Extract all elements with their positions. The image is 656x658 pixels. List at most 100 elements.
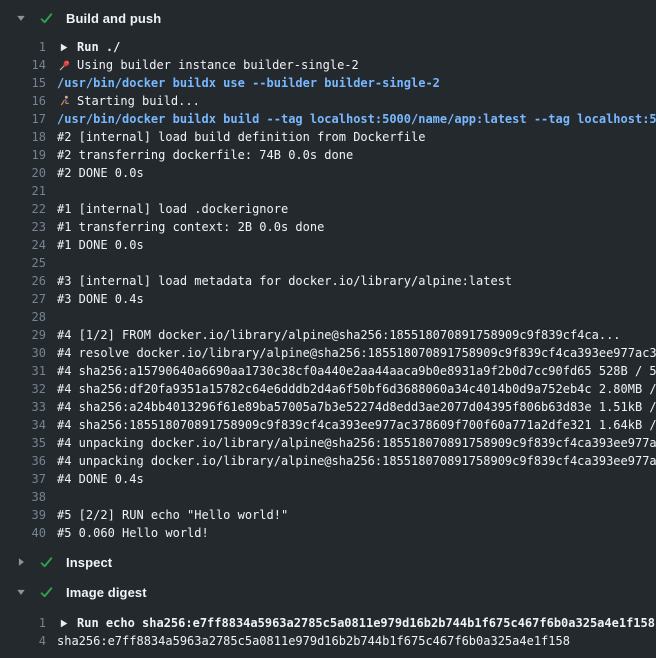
line-text-content: #2 [internal] load build definition from… xyxy=(57,130,425,144)
log-line: 25 xyxy=(0,254,656,272)
line-text-content: Using builder instance builder-single-2 xyxy=(77,58,359,72)
line-text-content: #4 resolve docker.io/library/alpine@sha2… xyxy=(57,346,656,360)
chevron-right-icon xyxy=(15,557,27,567)
play-icon[interactable] xyxy=(57,618,71,629)
log-line: 19 #2 transferring dockerfile: 74B 0.0s d… xyxy=(0,146,656,164)
chevron-down-icon xyxy=(15,587,27,597)
line-text-content: #1 transferring context: 2B 0.0s done xyxy=(57,220,324,234)
log-lines-image-digest: 1 Run echo sha256:e7ff8834a5963a2785c5a08… xyxy=(0,606,656,656)
pushpin-icon xyxy=(57,59,71,72)
log-line: 1 Run ./ xyxy=(0,38,656,56)
line-number[interactable]: 30 xyxy=(0,346,46,360)
section-header-inspect[interactable]: Inspect xyxy=(0,548,656,576)
line-text: #1 transferring context: 2B 0.0s done xyxy=(57,220,656,234)
log-line: 36 #4 unpacking docker.io/library/alpine@… xyxy=(0,452,656,470)
line-text: #1 DONE 0.0s xyxy=(57,238,656,252)
log-line: 39 #5 [2/2] RUN echo "Hello world!" xyxy=(0,506,656,524)
line-text: #4 sha256:185518070891758909c9f839cf4ca3… xyxy=(57,418,656,432)
log-line: 14 Using builder instance builder-single-… xyxy=(0,56,656,74)
line-number[interactable]: 17 xyxy=(0,112,46,126)
line-number[interactable]: 33 xyxy=(0,400,46,414)
line-number[interactable]: 22 xyxy=(0,202,46,216)
log-line: 32 #4 sha256:df20fa9351a15782c64e6dddb2d4… xyxy=(0,380,656,398)
line-number[interactable]: 32 xyxy=(0,382,46,396)
line-text-content: #2 DONE 0.0s xyxy=(57,166,144,180)
line-number[interactable]: 28 xyxy=(0,310,46,324)
chevron-down-icon xyxy=(15,13,27,23)
success-check-icon xyxy=(39,585,54,600)
success-check-icon xyxy=(39,555,54,570)
line-text: #3 DONE 0.4s xyxy=(57,292,656,306)
line-number[interactable]: 20 xyxy=(0,166,46,180)
line-number[interactable]: 31 xyxy=(0,364,46,378)
log-line: 28 xyxy=(0,308,656,326)
line-text-content: #5 0.060 Hello world! xyxy=(57,526,209,540)
runner-icon xyxy=(57,95,71,108)
line-text-content: #4 sha256:185518070891758909c9f839cf4ca3… xyxy=(57,418,656,432)
line-number[interactable]: 18 xyxy=(0,130,46,144)
section-inspect: Inspect xyxy=(0,548,656,578)
line-text-content: #4 sha256:a15790640a6690aa1730c38cf0a440… xyxy=(57,364,656,378)
line-number[interactable]: 19 xyxy=(0,148,46,162)
line-text: #4 sha256:a24bb4013296f61e89ba57005a7b3e… xyxy=(57,400,656,414)
line-text-content: #4 sha256:df20fa9351a15782c64e6dddb2d4a6… xyxy=(57,382,656,396)
line-text: #4 unpacking docker.io/library/alpine@sh… xyxy=(57,436,656,450)
line-number[interactable]: 4 xyxy=(0,634,46,648)
log-line: 16Starting build... xyxy=(0,92,656,110)
line-number[interactable]: 21 xyxy=(0,184,46,198)
section-image-digest: Image digest 1 Run echo sha256:e7ff8834a5… xyxy=(0,578,656,656)
line-number[interactable]: 1 xyxy=(0,616,46,630)
line-number[interactable]: 29 xyxy=(0,328,46,342)
line-number[interactable]: 16 xyxy=(0,94,46,108)
line-number[interactable]: 38 xyxy=(0,490,46,504)
log-line: 26#3 [internal] load metadata for docker… xyxy=(0,272,656,290)
line-text: Run echo sha256:e7ff8834a5963a2785c5a081… xyxy=(57,616,656,630)
line-text: #4 sha256:df20fa9351a15782c64e6dddb2d4a6… xyxy=(57,382,656,396)
log-lines-build-and-push: 1 Run ./ 14 Using builder instance builder-… xyxy=(0,32,656,548)
line-number[interactable]: 26 xyxy=(0,274,46,288)
line-text-content: #1 DONE 0.0s xyxy=(57,238,144,252)
line-text-content: /usr/bin/docker buildx use --builder bui… xyxy=(57,76,440,90)
log-line: 40 #5 0.060 Hello world! xyxy=(0,524,656,542)
section-title: Image digest xyxy=(66,585,147,600)
line-number[interactable]: 36 xyxy=(0,454,46,468)
line-number[interactable]: 39 xyxy=(0,508,46,522)
line-text: sha256:e7ff8834a5963a2785c5a0811e979d16b… xyxy=(57,634,656,648)
section-build-and-push: Build and push 1 Run ./ 14 Using builder in… xyxy=(0,4,656,548)
line-text-content: Run ./ xyxy=(77,40,120,54)
line-number[interactable]: 40 xyxy=(0,526,46,540)
line-text-content: #1 [internal] load .dockerignore xyxy=(57,202,288,216)
log-line: 30 #4 resolve docker.io/library/alpine@sh… xyxy=(0,344,656,362)
line-number[interactable]: 24 xyxy=(0,238,46,252)
line-number[interactable]: 37 xyxy=(0,472,46,486)
log-line: 33 #4 sha256:a24bb4013296f61e89ba57005a7b… xyxy=(0,398,656,416)
workflow-log-viewer: Build and push 1Run ./14Using builder in… xyxy=(0,0,656,656)
line-text: #4 unpacking docker.io/library/alpine@sh… xyxy=(57,454,656,468)
play-icon[interactable] xyxy=(57,42,71,53)
line-number[interactable]: 35 xyxy=(0,436,46,450)
line-number[interactable]: 23 xyxy=(0,220,46,234)
log-line: 35 #4 unpacking docker.io/library/alpine@… xyxy=(0,434,656,452)
line-text-content: #3 DONE 0.4s xyxy=(57,292,144,306)
line-text-content: #4 DONE 0.4s xyxy=(57,472,144,486)
line-text: #2 DONE 0.0s xyxy=(57,166,656,180)
line-text: #4 sha256:a15790640a6690aa1730c38cf0a440… xyxy=(57,364,656,378)
log-line: 29#4 [1/2] FROM docker.io/library/alpine… xyxy=(0,326,656,344)
line-number[interactable]: 14 xyxy=(0,58,46,72)
line-text-content: #2 transferring dockerfile: 74B 0.0s don… xyxy=(57,148,353,162)
line-text-content: sha256:e7ff8834a5963a2785c5a0811e979d16b… xyxy=(57,634,570,648)
line-text: /usr/bin/docker buildx use --builder bui… xyxy=(57,76,656,90)
line-number[interactable]: 25 xyxy=(0,256,46,270)
line-text: Run ./ xyxy=(57,40,656,54)
log-line: 37 #4 DONE 0.4s xyxy=(0,470,656,488)
log-line: 24 #1 DONE 0.0s xyxy=(0,236,656,254)
line-text-content: #5 [2/2] RUN echo "Hello world!" xyxy=(57,508,288,522)
line-number[interactable]: 27 xyxy=(0,292,46,306)
section-header-build-and-push[interactable]: Build and push xyxy=(0,4,656,32)
log-line: 1 Run echo sha256:e7ff8834a5963a2785c5a08… xyxy=(0,614,656,632)
log-line: 18 #2 [internal] load build definition fr… xyxy=(0,128,656,146)
line-number[interactable]: 34 xyxy=(0,418,46,432)
line-number[interactable]: 15 xyxy=(0,76,46,90)
section-header-image-digest[interactable]: Image digest xyxy=(0,578,656,606)
line-number[interactable]: 1 xyxy=(0,40,46,54)
